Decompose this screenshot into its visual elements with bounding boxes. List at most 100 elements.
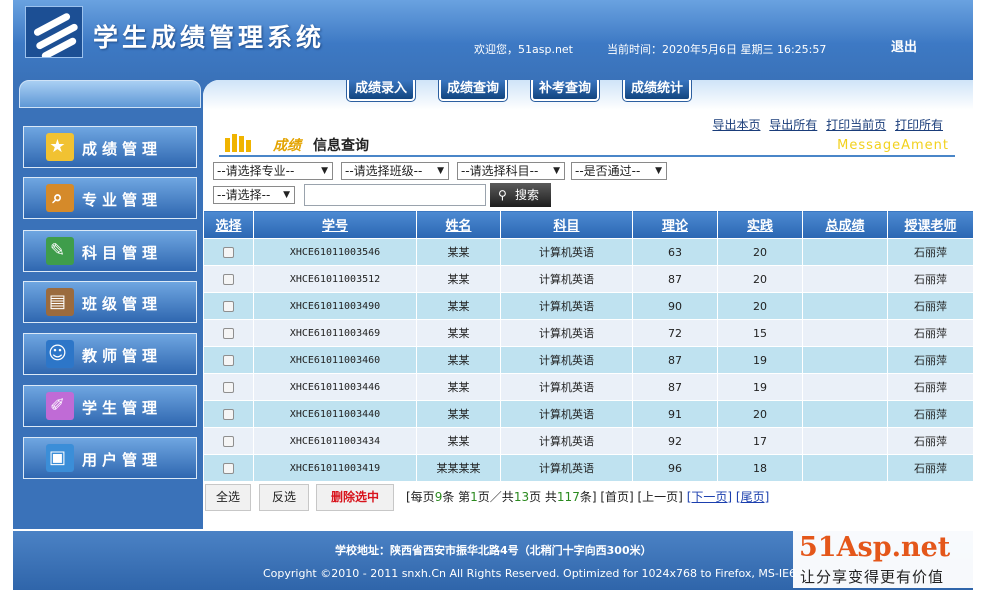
cell-subject: 计算机英语 (500, 373, 633, 401)
row-checkbox[interactable] (223, 463, 234, 474)
total-pages: 13 (513, 490, 530, 504)
sidebar-item-user[interactable]: ▣ 用户管理 (23, 437, 197, 479)
current-page: 1 (470, 490, 478, 504)
section-divider (219, 155, 955, 157)
cell-teacher: 石丽萍 (887, 319, 973, 347)
site-watermark: 51Asp.net 让分享变得更有价值 (793, 530, 976, 588)
row-checkbox-cell (203, 373, 254, 401)
table-row: XHCE61011003469 某某 计算机英语 72 15 石丽萍 (203, 319, 973, 347)
row-checkbox[interactable] (223, 247, 234, 258)
col-subject-header[interactable]: 科目 (500, 210, 633, 239)
tab-score-query[interactable]: 成绩查询 (438, 80, 508, 102)
cell-name: 某某 (416, 292, 501, 320)
cell-subject: 计算机英语 (500, 292, 633, 320)
row-checkbox-cell (203, 265, 254, 293)
cell-total (802, 373, 888, 401)
row-checkbox[interactable] (223, 382, 234, 393)
table-row: XHCE61011003434 某某 计算机英语 92 17 石丽萍 (203, 427, 973, 455)
col-name-header[interactable]: 姓名 (416, 210, 501, 239)
cell-name: 某某 (416, 265, 501, 293)
next-page-link[interactable]: [下一页] (687, 490, 732, 504)
last-page-link[interactable]: [尾页] (736, 490, 769, 504)
class-select[interactable]: --请选择班级-- ▼ (341, 162, 449, 180)
cell-id: XHCE61011003490 (253, 292, 417, 320)
tab-makeup-query[interactable]: 补考查询 (530, 80, 600, 102)
other-select[interactable]: --请选择-- ▼ (213, 186, 295, 204)
current-time: 当前时间：2020年5月6日 星期三 16:25:57 (607, 43, 827, 56)
tab-score-stats[interactable]: 成绩统计 (622, 80, 692, 102)
sidebar-item-class[interactable]: ▤ 班级管理 (23, 281, 197, 323)
search-button[interactable]: ⚲ 搜索 (490, 183, 551, 207)
row-checkbox[interactable] (223, 274, 234, 285)
delete-selected-button[interactable]: 删除选中 (316, 484, 394, 511)
section-title-prefix: 成绩 (273, 138, 301, 154)
subject-select[interactable]: --请选择科目-- ▼ (457, 162, 565, 180)
cell-teacher: 石丽萍 (887, 265, 973, 293)
col-select-header: 选择 (203, 210, 254, 239)
cell-theory: 91 (632, 400, 718, 428)
logout-button[interactable]: 退出 (891, 36, 917, 55)
cell-id: XHCE61011003446 (253, 373, 417, 401)
pagination: [每页9条 第1页／共13页 共117条] [首页] [上一页] [下一页] [… (406, 490, 770, 504)
cell-name: 某某 (416, 346, 501, 374)
table-header-row: 选择 学号 姓名 科目 理论 实践 总成绩 授课老师 (203, 210, 973, 239)
cell-theory: 87 (632, 373, 718, 401)
export-all-link[interactable]: 导出所有 (769, 118, 817, 132)
cell-name: 某某 (416, 373, 501, 401)
cell-practice: 20 (717, 265, 803, 293)
print-all-link[interactable]: 打印所有 (895, 118, 943, 132)
print-page-link[interactable]: 打印当前页 (826, 118, 886, 132)
invert-selection-button[interactable]: 反选 (259, 484, 309, 511)
chevron-down-icon: ▼ (655, 166, 662, 176)
search-input[interactable] (304, 184, 486, 206)
cell-teacher: 石丽萍 (887, 373, 973, 401)
select-all-button[interactable]: 全选 (205, 484, 251, 511)
cell-teacher: 石丽萍 (887, 454, 973, 482)
col-total-header[interactable]: 总成绩 (802, 210, 888, 239)
export-page-link[interactable]: 导出本页 (712, 118, 760, 132)
sidebar-item-teacher[interactable]: ☺ 教师管理 (23, 333, 197, 375)
col-theory-header[interactable]: 理论 (632, 210, 718, 239)
sidebar-item-label: 班级管理 (82, 295, 163, 313)
col-practice-header[interactable]: 实践 (717, 210, 803, 239)
book-icon (225, 134, 257, 152)
row-checkbox[interactable] (223, 355, 234, 366)
table-row: XHCE61011003490 某某 计算机英语 90 20 石丽萍 (203, 292, 973, 320)
cell-total (802, 292, 888, 320)
sidebar-item-subject[interactable]: ✎ 科目管理 (23, 230, 197, 272)
cell-name: 某某 (416, 427, 501, 455)
cell-practice: 20 (717, 238, 803, 266)
passed-select[interactable]: --是否通过-- ▼ (571, 162, 667, 180)
sidebar-item-student[interactable]: ✐ 学生管理 (23, 385, 197, 427)
sidebar-item-major[interactable]: ⌕ 专业管理 (23, 177, 197, 219)
watermark-brand: 51Asp.net (799, 532, 951, 563)
row-checkbox[interactable] (223, 301, 234, 312)
table-row: XHCE61011003546 某某 计算机英语 63 20 石丽萍 (203, 238, 973, 266)
score-table: 选择 学号 姓名 科目 理论 实践 总成绩 授课老师 XHCE610110035… (203, 210, 973, 482)
cell-total (802, 454, 888, 482)
sidebar-item-score[interactable]: ★ 成绩管理 (23, 126, 197, 168)
row-checkbox[interactable] (223, 328, 234, 339)
cell-subject: 计算机英语 (500, 319, 633, 347)
clipboard-search-icon: ⌕ (46, 184, 74, 212)
cell-practice: 19 (717, 346, 803, 374)
row-checkbox[interactable] (223, 409, 234, 420)
app-frame: 学生成绩管理系统 欢迎您，51asp.net 当前时间：2020年5月6日 星期… (13, 0, 973, 590)
cell-theory: 92 (632, 427, 718, 455)
chevron-down-icon: ▼ (321, 166, 328, 176)
row-checkbox-cell (203, 292, 254, 320)
row-checkbox[interactable] (223, 436, 234, 447)
student-icon: ✐ (46, 392, 74, 420)
cell-subject: 计算机英语 (500, 346, 633, 374)
folder-star-icon: ★ (46, 133, 74, 161)
sidebar-item-label: 学生管理 (82, 399, 163, 417)
tab-score-entry[interactable]: 成绩录入 (346, 80, 416, 102)
cell-practice: 18 (717, 454, 803, 482)
col-teacher-header[interactable]: 授课老师 (887, 210, 973, 239)
cell-teacher: 石丽萍 (887, 238, 973, 266)
cell-total (802, 238, 888, 266)
col-id-header[interactable]: 学号 (253, 210, 417, 239)
major-select[interactable]: --请选择专业-- ▼ (213, 162, 333, 180)
export-links: 导出本页 导出所有 打印当前页 打印所有 (707, 116, 943, 133)
cell-subject: 计算机英语 (500, 427, 633, 455)
